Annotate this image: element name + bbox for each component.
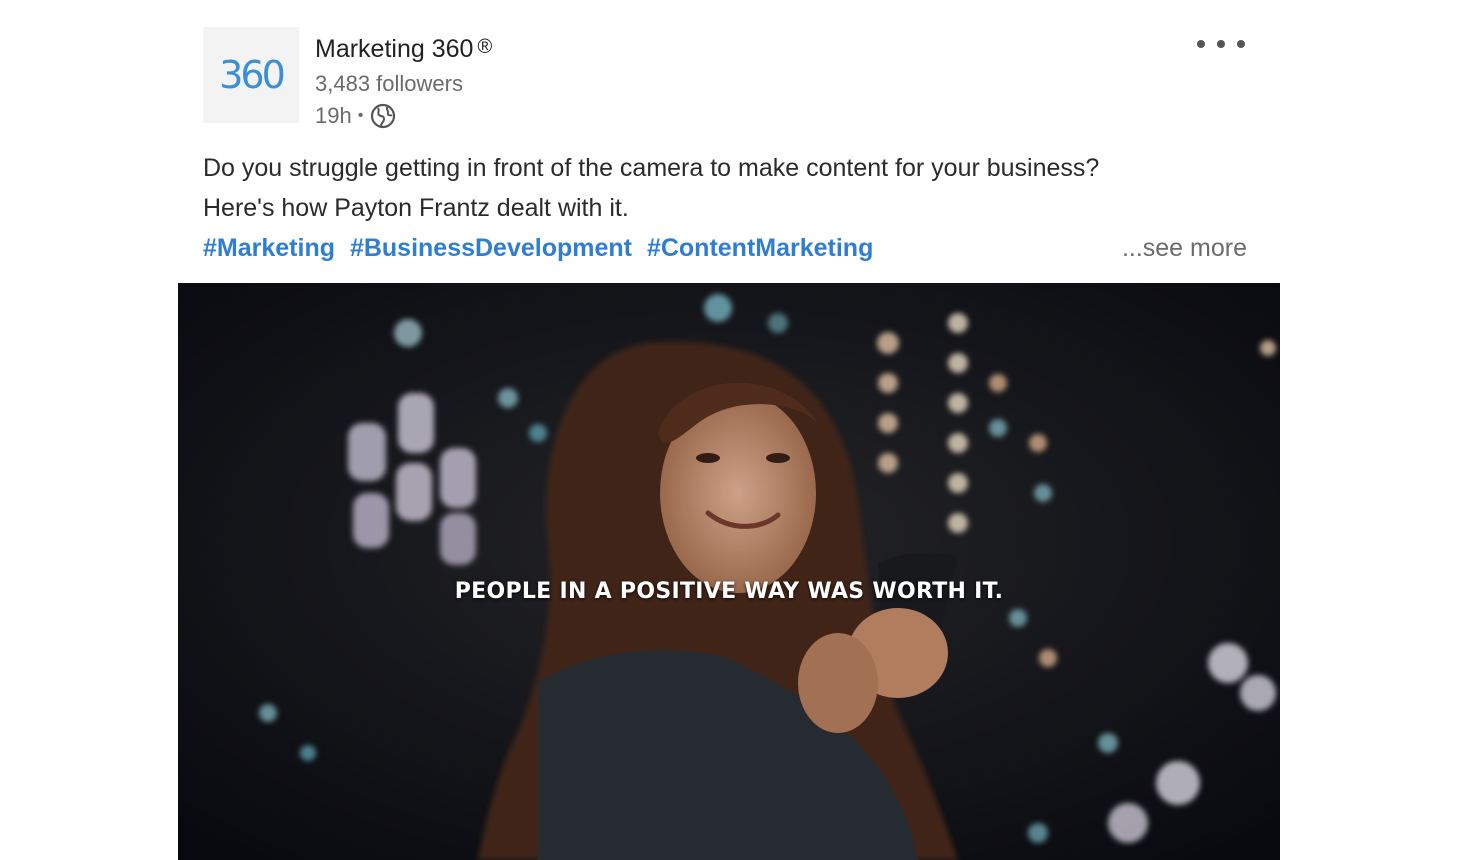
hashtag-content-marketing[interactable]: #ContentMarketing: [647, 234, 873, 262]
hashtag-marketing[interactable]: #Marketing: [203, 234, 335, 262]
globe-icon: [371, 103, 396, 129]
marketing-360-logo-icon: 360: [219, 53, 286, 97]
video-frame-image: [178, 283, 1280, 860]
author-name: Marketing 360: [315, 35, 474, 63]
more-horizontal-icon[interactable]: [1197, 31, 1245, 57]
post-meta: 19h •: [315, 101, 492, 131]
feed-post: 360 Marketing 360 ® 3,483 followers 19h •…: [178, 0, 1280, 860]
video-caption: PEOPLE IN A POSITIVE WAY WAS WORTH IT.: [454, 579, 1004, 604]
post-video[interactable]: PEOPLE IN A POSITIVE WAY WAS WORTH IT.: [178, 283, 1280, 860]
post-text-line-2: Here's how Payton Frantz dealt with it.: [203, 194, 629, 222]
post-text-line-1: Do you struggle getting in front of the …: [203, 154, 1100, 182]
post-header: 360 Marketing 360 ® 3,483 followers 19h •: [203, 27, 1255, 129]
post-body: Do you struggle getting in front of the …: [203, 148, 1253, 228]
follower-count: 3,483 followers: [315, 71, 463, 96]
logo-text: 360: [219, 53, 283, 97]
registered-mark: ®: [477, 36, 493, 58]
post-time: 19h: [315, 103, 352, 128]
company-logo[interactable]: 360: [203, 27, 299, 123]
see-more-link[interactable]: ...see more: [1122, 228, 1247, 268]
author-info: Marketing 360 ® 3,483 followers 19h •: [315, 31, 492, 131]
meta-separator: •: [357, 107, 364, 124]
hashtag-business-development[interactable]: #BusinessDevelopment: [350, 234, 632, 262]
hashtag-list: #Marketing #BusinessDevelopment #Content…: [203, 228, 881, 268]
author-name-link[interactable]: Marketing 360 ®: [315, 31, 492, 65]
